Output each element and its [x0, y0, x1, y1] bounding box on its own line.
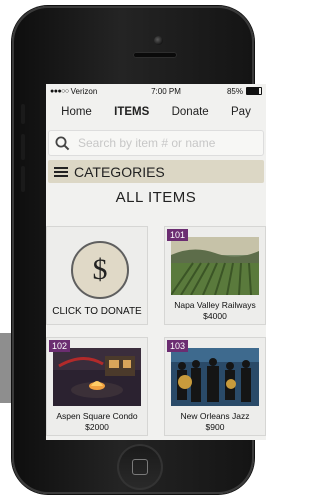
- categories-label: CATEGORIES: [74, 163, 165, 180]
- phone-frame: ●●●○○ Verizon 7:00 PM 85% Home ITEMS Don…: [12, 6, 266, 494]
- volume-up-button: [21, 134, 25, 160]
- section-title: ALL ITEMS: [115, 189, 197, 206]
- search-input[interactable]: [76, 135, 250, 151]
- search-bar[interactable]: [48, 130, 264, 156]
- donate-label: CLICK TO DONATE: [52, 306, 142, 317]
- status-bar: ●●●○○ Verizon 7:00 PM 85%: [46, 84, 266, 98]
- condo-image: [53, 348, 141, 406]
- app-screen: ●●●○○ Verizon 7:00 PM 85% Home ITEMS Don…: [46, 84, 266, 440]
- front-camera-icon: [154, 36, 163, 45]
- item-price: $900: [205, 422, 225, 432]
- jazz-band-image: [171, 348, 259, 406]
- item-card[interactable]: 103 New Orleans Jazz $900: [164, 337, 266, 436]
- search-icon: [55, 136, 70, 151]
- status-right: 85%: [202, 87, 262, 96]
- top-nav: Home ITEMS Donate Pay: [46, 98, 266, 126]
- item-name: Napa Valley Railways: [174, 300, 256, 310]
- item-card[interactable]: 102 Aspen Square Condo $2000: [46, 337, 148, 436]
- categories-bar[interactable]: CATEGORIES: [48, 160, 264, 183]
- earpiece-speaker: [133, 52, 177, 58]
- status-left: ●●●○○ Verizon: [50, 87, 130, 96]
- hamburger-menu-icon: [54, 166, 68, 178]
- nav-pay[interactable]: Pay: [231, 106, 251, 118]
- nav-home[interactable]: Home: [61, 106, 92, 118]
- status-time: 7:00 PM: [151, 86, 181, 96]
- nav-donate[interactable]: Donate: [172, 106, 209, 118]
- vineyard-image: [171, 237, 259, 295]
- nav-items[interactable]: ITEMS: [114, 106, 149, 118]
- item-number-badge: 103: [167, 340, 189, 352]
- volume-down-button: [21, 166, 25, 192]
- carrier-label: Verizon: [70, 86, 98, 96]
- home-button[interactable]: [117, 444, 163, 490]
- mute-switch: [21, 104, 25, 124]
- item-name: Aspen Square Condo: [56, 411, 138, 421]
- home-square-icon: [132, 459, 148, 475]
- donate-card[interactable]: $ CLICK TO DONATE: [46, 226, 148, 325]
- signal-dots-icon: ●●●○○: [50, 87, 69, 95]
- item-card[interactable]: 101 Napa Valley Railways $4000: [164, 226, 266, 325]
- dollar-coin-icon: $: [71, 241, 129, 299]
- item-price: $2000: [85, 422, 109, 432]
- item-price: $4000: [203, 311, 227, 321]
- battery-percent: 85%: [226, 86, 243, 96]
- item-number-badge: 102: [49, 340, 71, 352]
- item-name: New Orleans Jazz: [180, 411, 250, 421]
- battery-icon: [246, 87, 262, 95]
- item-number-badge: 101: [167, 229, 189, 241]
